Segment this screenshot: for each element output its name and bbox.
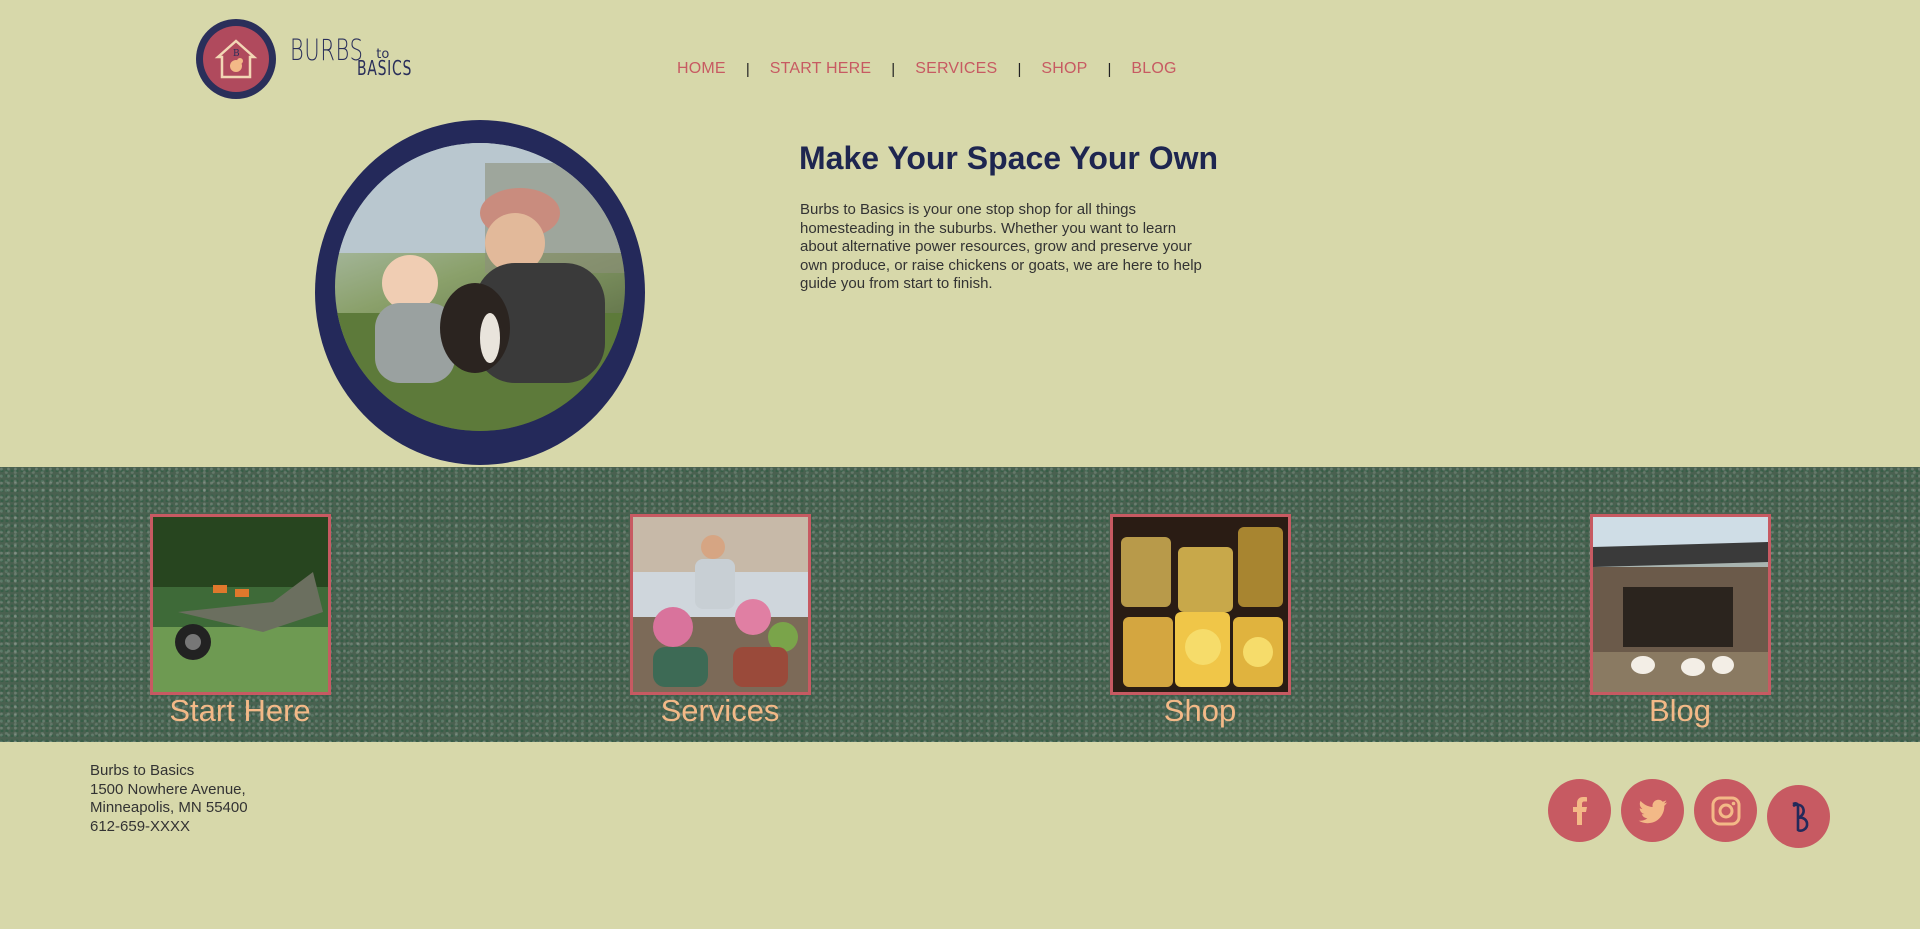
logo-badge[interactable]: B bbox=[196, 19, 276, 99]
twitter-icon[interactable] bbox=[1621, 779, 1684, 842]
nav-separator: | bbox=[1107, 60, 1112, 78]
instagram-icon[interactable] bbox=[1694, 779, 1757, 842]
brand-wordmark[interactable]: BURBS to BASICS bbox=[290, 33, 411, 79]
tile-blog-label[interactable]: Blog bbox=[1570, 693, 1790, 729]
footer-company-name: Burbs to Basics bbox=[90, 762, 195, 779]
nav-separator: | bbox=[745, 60, 750, 78]
house-logo-icon: B bbox=[203, 26, 269, 92]
hero-description: Burbs to Basics is your one stop shop fo… bbox=[800, 201, 1202, 292]
brand-name-line2: BASICS bbox=[357, 56, 413, 80]
nav-blog[interactable]: BLOG bbox=[1131, 60, 1176, 78]
brand-name-line1: BURBS bbox=[290, 33, 364, 67]
tile-services-label[interactable]: Services bbox=[610, 693, 830, 729]
nav-services[interactable]: SERVICES bbox=[915, 60, 997, 78]
brand-b-icon[interactable] bbox=[1767, 785, 1830, 848]
nav-shop[interactable]: SHOP bbox=[1041, 60, 1087, 78]
tile-start-here-image[interactable] bbox=[150, 514, 331, 695]
nav-separator: | bbox=[1017, 60, 1022, 78]
tile-blog-image[interactable] bbox=[1590, 514, 1771, 695]
main-nav: HOME | START HERE | SERVICES | SHOP | BL… bbox=[677, 60, 1177, 78]
nav-separator: | bbox=[891, 60, 896, 78]
tile-start-here-label[interactable]: Start Here bbox=[130, 693, 350, 729]
footer-phone: 612-659-XXXX bbox=[90, 817, 191, 835]
tile-services-image[interactable] bbox=[630, 514, 811, 695]
category-band: Start Here Services Shop Blog bbox=[0, 467, 1920, 742]
svg-text:B: B bbox=[233, 49, 240, 59]
footer-address: Burbs to Basics 1500 Nowhere Avenue, Min… bbox=[90, 762, 248, 836]
nav-start-here[interactable]: START HERE bbox=[770, 60, 872, 78]
hero-photo-family-with-goat bbox=[335, 143, 625, 431]
nav-home[interactable]: HOME bbox=[677, 60, 726, 78]
hero-title: Make Your Space Your Own bbox=[799, 140, 1219, 176]
facebook-icon[interactable] bbox=[1548, 779, 1611, 842]
footer-city: Minneapolis, MN 55400 bbox=[90, 799, 248, 816]
footer-street: 1500 Nowhere Avenue, bbox=[90, 780, 246, 798]
tile-shop-image[interactable] bbox=[1110, 514, 1291, 695]
tile-shop-label[interactable]: Shop bbox=[1090, 693, 1310, 729]
